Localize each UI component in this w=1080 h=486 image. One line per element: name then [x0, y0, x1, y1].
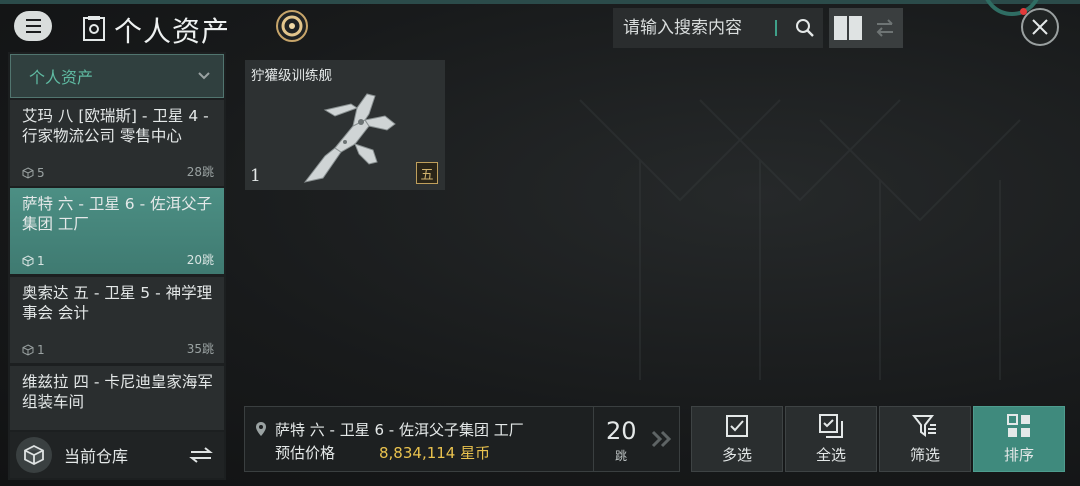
- menu-button[interactable]: [14, 11, 52, 41]
- menu-icon-line: [25, 31, 41, 33]
- location-item-selected[interactable]: 萨特 六 - 卫星 6 - 佐洱父子集团 工厂 1 20跳: [10, 188, 224, 274]
- grid-view-icon[interactable]: [829, 8, 866, 48]
- item-grid: 狞獾级训练舰 1 五: [236, 52, 1074, 400]
- assets-icon: [83, 16, 105, 41]
- select-all-label: 全选: [815, 446, 846, 464]
- item-name: 狞獾级训练舰: [251, 68, 332, 84]
- current-warehouse-bar[interactable]: 当前仓库: [10, 432, 224, 478]
- sort-grid-icon: [1007, 414, 1030, 437]
- select-all-icon: [819, 414, 843, 438]
- cube-icon: [22, 255, 34, 267]
- chevron-down-icon: [198, 72, 210, 80]
- location-item-count: 5: [22, 166, 45, 180]
- filter-label: 筛选: [909, 446, 940, 464]
- location-item[interactable]: 维兹拉 四 - 卡尼迪皇家海军 组装车间: [10, 366, 224, 430]
- location-jumps: 35跳: [186, 342, 214, 356]
- search-box[interactable]: [613, 8, 823, 48]
- swap-view-icon[interactable]: [866, 8, 903, 48]
- cube-icon: [22, 167, 34, 179]
- jump-count: 20: [606, 417, 637, 445]
- double-chevron-right-icon: [651, 430, 672, 448]
- scanner-icon[interactable]: [274, 8, 310, 44]
- warehouse-icon: [16, 437, 52, 473]
- search-input[interactable]: [613, 18, 773, 38]
- select-all-button[interactable]: 全选: [785, 406, 877, 472]
- asset-type-dropdown[interactable]: 个人资产: [10, 54, 224, 98]
- item-count-value: 5: [37, 166, 45, 180]
- close-button[interactable]: [1021, 8, 1059, 46]
- current-warehouse-label: 当前仓库: [64, 447, 129, 466]
- sort-label: 排序: [1003, 446, 1034, 464]
- location-info-panel: 萨特 六 - 卫星 6 - 佐洱父子集团 工厂 预估价格 8,834,114 星…: [244, 406, 680, 472]
- menu-icon-line: [25, 19, 41, 21]
- location-name: 奥索达 五 - 卫星 5 - 神学理事会 会计: [22, 284, 213, 322]
- top-accent-line: [0, 0, 1080, 4]
- jump-label: 跳: [615, 449, 628, 463]
- location-item-count: 1: [22, 343, 45, 357]
- location-name: 萨特 六 - 卫星 6 - 佐洱父子集团 工厂: [22, 195, 213, 233]
- filter-icon: [912, 415, 936, 437]
- page-title: 个人资产: [114, 15, 231, 48]
- item-quantity: 1: [250, 166, 261, 186]
- menu-icon-line: [25, 25, 41, 27]
- item-tier-badge: 五: [416, 162, 438, 184]
- multi-select-label: 多选: [721, 446, 752, 464]
- location-name: 维兹拉 四 - 卡尼迪皇家海军 组装车间: [22, 373, 213, 411]
- location-name: 艾玛 八 [欧瑞斯] - 卫星 4 - 行家物流公司 零售中心: [22, 107, 209, 145]
- location-jumps: 20跳: [186, 253, 214, 267]
- item-card[interactable]: 狞獾级训练舰 1 五: [245, 60, 445, 190]
- multi-select-button[interactable]: 多选: [691, 406, 783, 472]
- location-jumps: 28跳: [186, 165, 214, 179]
- location-item[interactable]: 艾玛 八 [欧瑞斯] - 卫星 4 - 行家物流公司 零售中心 5 28跳: [10, 100, 224, 186]
- location-item[interactable]: 奥索达 五 - 卫星 5 - 神学理事会 会计 1 35跳: [10, 277, 224, 363]
- view-toggle[interactable]: [829, 8, 903, 48]
- close-icon: [1032, 19, 1048, 35]
- search-icon[interactable]: [795, 18, 815, 38]
- estimated-price-label: 预估价格: [275, 444, 336, 462]
- cube-icon: [22, 344, 34, 356]
- jump-info[interactable]: 20 跳: [593, 407, 679, 471]
- item-count-value: 1: [37, 343, 45, 357]
- sort-button[interactable]: 排序: [973, 406, 1065, 472]
- dropdown-label: 个人资产: [29, 68, 94, 87]
- ship-image: [303, 93, 396, 183]
- item-count-value: 1: [37, 254, 45, 268]
- location-sidebar: 个人资产 艾玛 八 [欧瑞斯] - 卫星 4 - 行家物流公司 零售中心 5 2…: [8, 52, 226, 480]
- search-cursor: [775, 20, 777, 36]
- info-location: 萨特 六 - 卫星 6 - 佐洱父子集团 工厂: [275, 421, 524, 439]
- notification-dot: [1020, 8, 1027, 15]
- filter-button[interactable]: 筛选: [879, 406, 971, 472]
- swap-icon[interactable]: [188, 446, 214, 464]
- checkbox-icon: [726, 415, 748, 437]
- location-item-count: 1: [22, 254, 45, 268]
- estimated-price-value: 8,834,114 星币: [379, 444, 491, 462]
- location-pin-icon: [256, 422, 266, 436]
